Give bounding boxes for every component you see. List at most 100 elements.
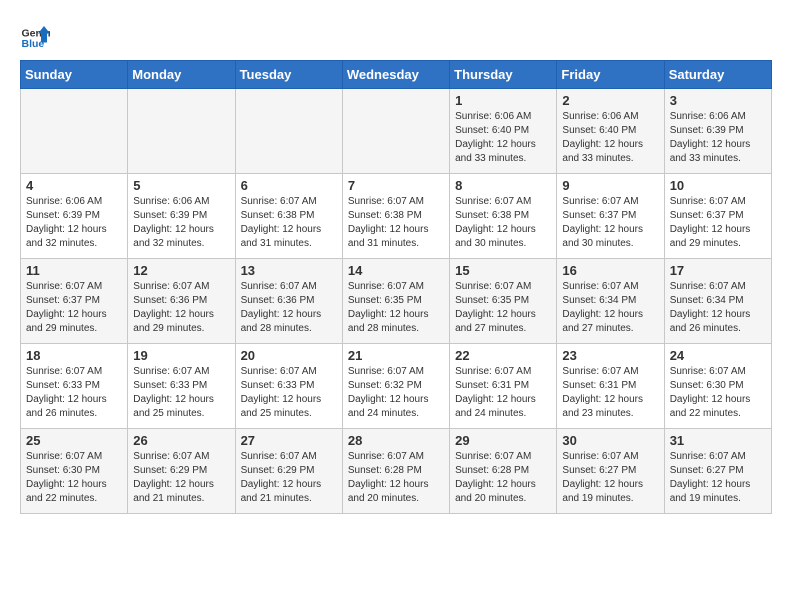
day-number: 11 <box>26 263 122 278</box>
calendar-cell: 1 Sunrise: 6:06 AM Sunset: 6:40 PM Daylig… <box>450 89 557 174</box>
cell-info: Sunrise: 6:07 AM Sunset: 6:30 PM Dayligh… <box>26 450 122 506</box>
cell-info: Sunrise: 6:07 AM Sunset: 6:29 PM Dayligh… <box>133 450 229 506</box>
calendar-cell: 29 Sunrise: 6:07 AM Sunset: 6:28 PM Dayli… <box>450 429 557 514</box>
cell-info: Sunrise: 6:07 AM Sunset: 6:37 PM Dayligh… <box>26 280 122 336</box>
day-number: 23 <box>562 348 658 363</box>
day-number: 17 <box>670 263 766 278</box>
calendar-week-row: 25 Sunrise: 6:07 AM Sunset: 6:30 PM Dayli… <box>21 429 772 514</box>
cell-info: Sunrise: 6:06 AM Sunset: 6:40 PM Dayligh… <box>455 110 551 166</box>
day-number: 5 <box>133 178 229 193</box>
day-number: 31 <box>670 433 766 448</box>
calendar-cell: 9 Sunrise: 6:07 AM Sunset: 6:37 PM Daylig… <box>557 174 664 259</box>
cell-info: Sunrise: 6:07 AM Sunset: 6:30 PM Dayligh… <box>670 365 766 421</box>
cell-info: Sunrise: 6:07 AM Sunset: 6:37 PM Dayligh… <box>562 195 658 251</box>
cell-info: Sunrise: 6:07 AM Sunset: 6:27 PM Dayligh… <box>562 450 658 506</box>
calendar-cell: 3Sunrise: 6:06 AM Sunset: 6:39 PM Daylig… <box>664 89 771 174</box>
cell-info: Sunrise: 6:07 AM Sunset: 6:36 PM Dayligh… <box>133 280 229 336</box>
weekday-header-tuesday: Tuesday <box>235 61 342 89</box>
calendar-week-row: 18 Sunrise: 6:07 AM Sunset: 6:33 PM Dayli… <box>21 344 772 429</box>
logo: General Blue <box>20 20 50 50</box>
day-number: 14 <box>348 263 444 278</box>
day-number: 13 <box>241 263 337 278</box>
cell-info: Sunrise: 6:07 AM Sunset: 6:38 PM Dayligh… <box>348 195 444 251</box>
cell-info: Sunrise: 6:07 AM Sunset: 6:28 PM Dayligh… <box>348 450 444 506</box>
calendar-cell: 15 Sunrise: 6:07 AM Sunset: 6:35 PM Dayli… <box>450 259 557 344</box>
calendar-week-row: 1 Sunrise: 6:06 AM Sunset: 6:40 PM Daylig… <box>21 89 772 174</box>
calendar-week-row: 11 Sunrise: 6:07 AM Sunset: 6:37 PM Dayli… <box>21 259 772 344</box>
calendar-cell: 6Sunrise: 6:07 AM Sunset: 6:38 PM Daylig… <box>235 174 342 259</box>
cell-info: Sunrise: 6:07 AM Sunset: 6:33 PM Dayligh… <box>133 365 229 421</box>
day-number: 7 <box>348 178 444 193</box>
calendar-week-row: 4 Sunrise: 6:06 AM Sunset: 6:39 PM Daylig… <box>21 174 772 259</box>
day-number: 21 <box>348 348 444 363</box>
calendar-cell <box>235 89 342 174</box>
weekday-header-wednesday: Wednesday <box>342 61 449 89</box>
calendar-cell: 5Sunrise: 6:06 AM Sunset: 6:39 PM Daylig… <box>128 174 235 259</box>
day-number: 24 <box>670 348 766 363</box>
cell-info: Sunrise: 6:07 AM Sunset: 6:31 PM Dayligh… <box>562 365 658 421</box>
calendar-cell: 16 Sunrise: 6:07 AM Sunset: 6:34 PM Dayli… <box>557 259 664 344</box>
day-number: 15 <box>455 263 551 278</box>
calendar-cell <box>342 89 449 174</box>
weekday-header-monday: Monday <box>128 61 235 89</box>
day-number: 8 <box>455 178 551 193</box>
calendar-cell: 20Sunrise: 6:07 AM Sunset: 6:33 PM Dayli… <box>235 344 342 429</box>
calendar-cell: 10Sunrise: 6:07 AM Sunset: 6:37 PM Dayli… <box>664 174 771 259</box>
calendar-cell: 23 Sunrise: 6:07 AM Sunset: 6:31 PM Dayli… <box>557 344 664 429</box>
day-number: 19 <box>133 348 229 363</box>
weekday-header-thursday: Thursday <box>450 61 557 89</box>
cell-info: Sunrise: 6:07 AM Sunset: 6:38 PM Dayligh… <box>455 195 551 251</box>
day-number: 4 <box>26 178 122 193</box>
day-number: 10 <box>670 178 766 193</box>
calendar-cell: 7 Sunrise: 6:07 AM Sunset: 6:38 PM Daylig… <box>342 174 449 259</box>
calendar-cell: 24 Sunrise: 6:07 AM Sunset: 6:30 PM Dayli… <box>664 344 771 429</box>
day-number: 26 <box>133 433 229 448</box>
calendar-cell: 18 Sunrise: 6:07 AM Sunset: 6:33 PM Dayli… <box>21 344 128 429</box>
cell-info: Sunrise: 6:07 AM Sunset: 6:27 PM Dayligh… <box>670 450 766 506</box>
calendar-cell: 2Sunrise: 6:06 AM Sunset: 6:40 PM Daylig… <box>557 89 664 174</box>
cell-info: Sunrise: 6:07 AM Sunset: 6:35 PM Dayligh… <box>348 280 444 336</box>
cell-info: Sunrise: 6:07 AM Sunset: 6:36 PM Dayligh… <box>241 280 337 336</box>
calendar-cell: 22Sunrise: 6:07 AM Sunset: 6:31 PM Dayli… <box>450 344 557 429</box>
day-number: 12 <box>133 263 229 278</box>
day-number: 25 <box>26 433 122 448</box>
day-number: 9 <box>562 178 658 193</box>
day-number: 1 <box>455 93 551 108</box>
cell-info: Sunrise: 6:07 AM Sunset: 6:33 PM Dayligh… <box>241 365 337 421</box>
day-number: 3 <box>670 93 766 108</box>
weekday-header-saturday: Saturday <box>664 61 771 89</box>
day-number: 22 <box>455 348 551 363</box>
cell-info: Sunrise: 6:06 AM Sunset: 6:39 PM Dayligh… <box>26 195 122 251</box>
day-number: 27 <box>241 433 337 448</box>
cell-info: Sunrise: 6:07 AM Sunset: 6:34 PM Dayligh… <box>670 280 766 336</box>
page-header: General Blue <box>20 20 772 50</box>
calendar-cell: 30 Sunrise: 6:07 AM Sunset: 6:27 PM Dayli… <box>557 429 664 514</box>
calendar-cell: 26 Sunrise: 6:07 AM Sunset: 6:29 PM Dayli… <box>128 429 235 514</box>
calendar-cell: 14 Sunrise: 6:07 AM Sunset: 6:35 PM Dayli… <box>342 259 449 344</box>
calendar-cell: 25 Sunrise: 6:07 AM Sunset: 6:30 PM Dayli… <box>21 429 128 514</box>
day-number: 16 <box>562 263 658 278</box>
calendar-cell <box>21 89 128 174</box>
cell-info: Sunrise: 6:07 AM Sunset: 6:34 PM Dayligh… <box>562 280 658 336</box>
cell-info: Sunrise: 6:07 AM Sunset: 6:28 PM Dayligh… <box>455 450 551 506</box>
calendar-cell: 11 Sunrise: 6:07 AM Sunset: 6:37 PM Dayli… <box>21 259 128 344</box>
day-number: 30 <box>562 433 658 448</box>
calendar-cell: 27 Sunrise: 6:07 AM Sunset: 6:29 PM Dayli… <box>235 429 342 514</box>
cell-info: Sunrise: 6:07 AM Sunset: 6:35 PM Dayligh… <box>455 280 551 336</box>
cell-info: Sunrise: 6:07 AM Sunset: 6:29 PM Dayligh… <box>241 450 337 506</box>
calendar-cell: 12 Sunrise: 6:07 AM Sunset: 6:36 PM Dayli… <box>128 259 235 344</box>
calendar-cell <box>128 89 235 174</box>
calendar-table: SundayMondayTuesdayWednesdayThursdayFrid… <box>20 60 772 514</box>
day-number: 18 <box>26 348 122 363</box>
weekday-header-row: SundayMondayTuesdayWednesdayThursdayFrid… <box>21 61 772 89</box>
cell-info: Sunrise: 6:07 AM Sunset: 6:33 PM Dayligh… <box>26 365 122 421</box>
calendar-cell: 4 Sunrise: 6:06 AM Sunset: 6:39 PM Daylig… <box>21 174 128 259</box>
day-number: 29 <box>455 433 551 448</box>
weekday-header-friday: Friday <box>557 61 664 89</box>
cell-info: Sunrise: 6:07 AM Sunset: 6:32 PM Dayligh… <box>348 365 444 421</box>
calendar-cell: 21 Sunrise: 6:07 AM Sunset: 6:32 PM Dayli… <box>342 344 449 429</box>
day-number: 2 <box>562 93 658 108</box>
calendar-cell: 8 Sunrise: 6:07 AM Sunset: 6:38 PM Daylig… <box>450 174 557 259</box>
weekday-header-sunday: Sunday <box>21 61 128 89</box>
calendar-cell: 13 Sunrise: 6:07 AM Sunset: 6:36 PM Dayli… <box>235 259 342 344</box>
